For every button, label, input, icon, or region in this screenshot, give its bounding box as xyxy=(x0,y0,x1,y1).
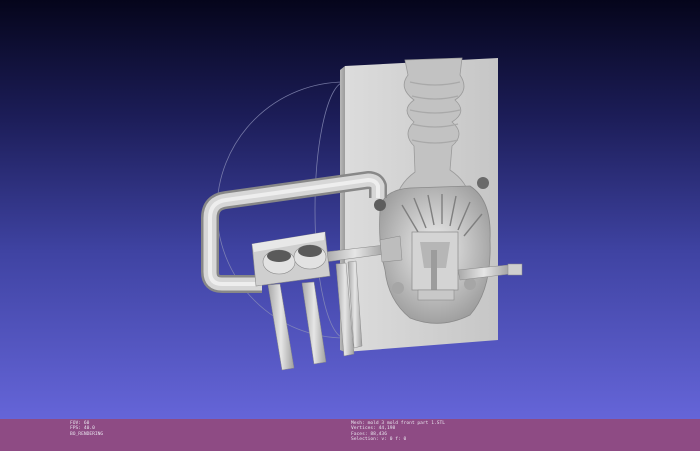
mesh-canvas xyxy=(201,57,523,371)
status-bar: FOV: 60 FPS: 40.0 BO_RENDERING Mesh: mol… xyxy=(0,419,700,451)
render-mode-readout: BO_RENDERING xyxy=(70,431,104,437)
render-info: FOV: 60 FPS: 40.0 BO_RENDERING xyxy=(70,421,103,437)
3d-viewport[interactable] xyxy=(0,0,700,419)
mesh-info: Mesh: mold 3 mold front part 1.STL Verti… xyxy=(351,421,445,443)
mold-block xyxy=(340,57,523,352)
selection-readout: Selection: v: 0 f: 0 xyxy=(351,437,407,443)
